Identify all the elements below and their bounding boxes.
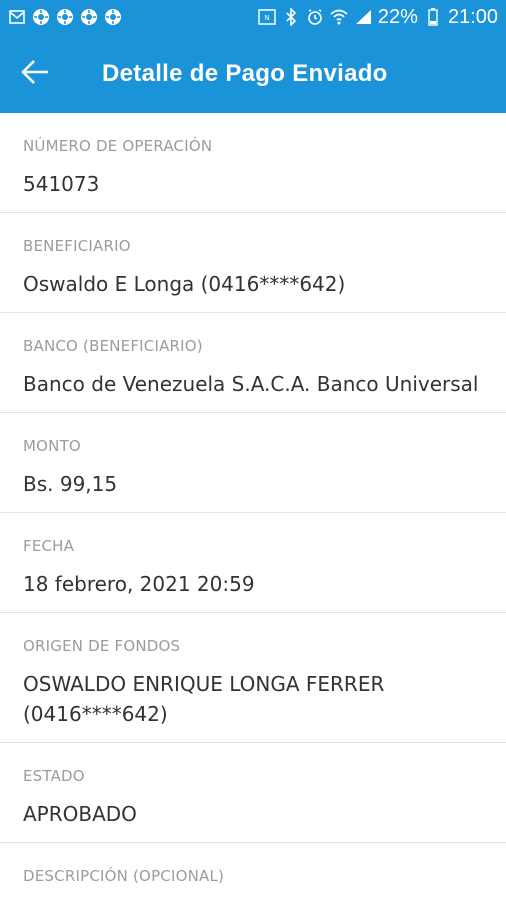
detail-value: Bs. 99,15 xyxy=(23,472,118,496)
alarm-icon xyxy=(306,8,324,26)
mail-icon xyxy=(8,8,26,26)
detail-label: DESCRIPCIÓN (OPCIONAL) xyxy=(23,867,225,885)
status-bar-notifications xyxy=(8,8,122,26)
detail-row-funds-origin: ORIGEN DE FONDOS OSWALDO ENRIQUE LONGA F… xyxy=(0,613,506,743)
detail-row-bank: BANCO (BENEFICIARIO) Banco de Venezuela … xyxy=(0,313,506,413)
detail-value: Banco de Venezuela S.A.C.A. Banco Univer… xyxy=(23,372,479,396)
detail-label: ORIGEN DE FONDOS xyxy=(23,637,181,655)
svg-text:N: N xyxy=(264,14,269,22)
detail-label: NÚMERO DE OPERACIÓN xyxy=(23,137,213,155)
battery-percentage: 22% xyxy=(377,6,418,28)
detail-row-description: DESCRIPCIÓN (OPCIONAL) xyxy=(0,843,506,920)
detail-row-date: FECHA 18 febrero, 2021 20:59 xyxy=(0,513,506,613)
detail-label: BENEFICIARIO xyxy=(23,237,131,255)
sun-icon xyxy=(80,8,98,26)
clock: 21:00 xyxy=(447,6,498,28)
sun-icon xyxy=(32,8,50,26)
bluetooth-icon xyxy=(282,8,300,26)
detail-value: OSWALDO ENRIQUE LONGA FERRER (0416****64… xyxy=(23,672,385,726)
sun-icon xyxy=(56,8,74,26)
status-bar: N 22% 21:00 xyxy=(0,0,506,34)
detail-label: BANCO (BENEFICIARIO) xyxy=(23,337,203,355)
detail-value: 541073 xyxy=(23,172,100,196)
detail-row-operation-number: NÚMERO DE OPERACIÓN 541073 xyxy=(0,113,506,213)
detail-row-amount: MONTO Bs. 99,15 xyxy=(0,413,506,513)
detail-value: APROBADO xyxy=(23,802,137,826)
sun-icon xyxy=(104,8,122,26)
detail-label: MONTO xyxy=(23,437,81,455)
nfc-icon: N xyxy=(258,8,276,26)
back-button[interactable] xyxy=(0,34,70,113)
signal-icon xyxy=(354,8,372,26)
battery-icon xyxy=(424,8,442,26)
detail-row-beneficiary: BENEFICIARIO Oswaldo E Longa (0416****64… xyxy=(0,213,506,313)
detail-row-status: ESTADO APROBADO xyxy=(0,743,506,843)
status-bar-system: N 22% 21:00 xyxy=(258,7,498,27)
payment-details: NÚMERO DE OPERACIÓN 541073 BENEFICIARIO … xyxy=(0,113,506,920)
detail-label: FECHA xyxy=(23,537,75,555)
detail-value: 18 febrero, 2021 20:59 xyxy=(23,572,255,596)
detail-label: ESTADO xyxy=(23,767,85,785)
detail-value: Oswaldo E Longa (0416****642) xyxy=(23,272,346,296)
app-bar: Detalle de Pago Enviado xyxy=(0,34,506,113)
arrow-left-icon xyxy=(20,59,50,89)
page-title: Detalle de Pago Enviado xyxy=(102,59,388,87)
wifi-icon xyxy=(330,8,348,26)
